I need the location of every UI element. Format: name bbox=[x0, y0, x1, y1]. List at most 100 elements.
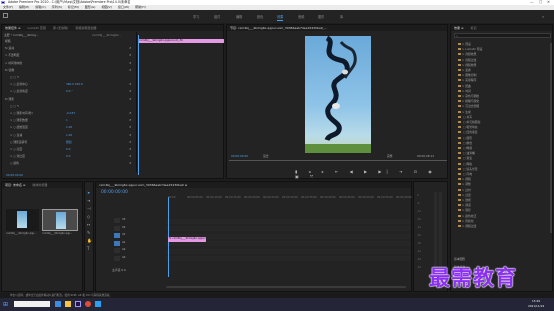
effect-param-label[interactable]: ○ 残影运算符 bbox=[10, 140, 27, 144]
effect-param-label[interactable]: > ○ 反射角度 bbox=[10, 89, 28, 93]
effects-search-input[interactable]: ⌕ bbox=[454, 33, 551, 38]
effect-param-label[interactable]: fx 残影 bbox=[5, 97, 14, 101]
program-timecode[interactable]: 00:00:00:00 bbox=[231, 154, 248, 158]
effects-tree-item[interactable]: □ 镜头光晕 bbox=[458, 167, 478, 171]
browser-icon[interactable] bbox=[85, 301, 91, 307]
video-frame[interactable] bbox=[305, 36, 371, 153]
effects-tree-item[interactable]: > 图像控制 bbox=[458, 73, 476, 77]
track-target-toggle[interactable] bbox=[114, 233, 120, 238]
lower-essential-graphics[interactable]: 基本图形 bbox=[454, 257, 465, 261]
track-lane[interactable] bbox=[166, 226, 411, 231]
effect-param-label[interactable]: > ○ 衰减 bbox=[10, 133, 22, 137]
workspace-graphics[interactable]: 图形 bbox=[318, 14, 324, 19]
track-label[interactable]: A2 bbox=[122, 248, 125, 252]
effect-param-label[interactable]: > ○ 起始强度 bbox=[10, 125, 28, 129]
effects-tree-item[interactable]: > 音频过渡 bbox=[458, 58, 476, 62]
track-target-toggle[interactable] bbox=[114, 240, 120, 246]
effects-tree-item[interactable]: □ 四色渐变 bbox=[458, 130, 478, 134]
effects-tree-item[interactable]: > 模糊与锐化 bbox=[458, 99, 479, 103]
effects-tree-item[interactable]: □ 网格 bbox=[458, 162, 472, 166]
reset-icon[interactable]: ↺ bbox=[129, 154, 131, 158]
effects-tree-item[interactable]: □ 吸管填充 bbox=[458, 125, 478, 129]
track-select-tool-icon[interactable]: ⇥ bbox=[87, 197, 90, 205]
effect-param-label[interactable]: > 时间重映射 bbox=[5, 61, 22, 65]
tab-source[interactable]: 源:(无剪辑) bbox=[53, 26, 68, 30]
effects-tree-item[interactable]: > 颜色校正 bbox=[458, 214, 476, 218]
effects-tree-item[interactable]: □ 圆形 bbox=[458, 136, 472, 140]
effects-tree-item[interactable]: > 过渡 bbox=[458, 193, 471, 197]
effect-param-value[interactable]: -0.033 bbox=[66, 111, 75, 115]
effects-tree-item[interactable]: > 预设 bbox=[458, 42, 471, 46]
effect-param-label[interactable]: ○ ▢ ✎ bbox=[10, 75, 19, 79]
effect-param-value[interactable]: 360.0 540.0 bbox=[66, 82, 83, 86]
clip-line[interactable]: cxm4bj___9kmig6x... bbox=[92, 33, 121, 37]
effect-param-value[interactable]: 0.0 bbox=[66, 154, 70, 158]
premiere-taskbar-icon[interactable] bbox=[75, 301, 81, 307]
effect-param-label[interactable]: > 不透明度 bbox=[5, 53, 19, 57]
quality-dropdown[interactable]: 完整 bbox=[387, 154, 393, 158]
file-explorer-icon[interactable] bbox=[65, 301, 71, 307]
effect-param-value[interactable]: 1 bbox=[66, 118, 68, 122]
menu-clip[interactable]: 剪辑(C) bbox=[35, 5, 45, 9]
workspace-learn[interactable]: 学习 bbox=[193, 14, 199, 19]
transport-controls[interactable]: ▮ ◂ ▸ ⇤ ◀ ▶ ▶| ⇥ ⊡ ◉ ▣ ⤧ bbox=[295, 169, 447, 179]
track-label[interactable]: A3 bbox=[122, 256, 125, 260]
effects-tree-item[interactable]: > 键控 bbox=[458, 208, 471, 212]
effect-param-value[interactable]: 1.00 bbox=[66, 125, 72, 129]
effects-tree-item[interactable]: > 透视 bbox=[458, 198, 471, 202]
track-label[interactable]: V3 bbox=[122, 218, 125, 222]
effect-param-label[interactable]: fx 运动 bbox=[5, 46, 14, 50]
effect-param-label[interactable]: > ○ 残影时间(秒) bbox=[10, 111, 33, 115]
master-track[interactable]: 主声道 0.0 bbox=[112, 268, 126, 272]
home-icon[interactable] bbox=[3, 13, 8, 18]
track-label[interactable]: V1 bbox=[122, 233, 125, 237]
effects-tree-item[interactable]: □ 渐变 bbox=[458, 156, 472, 160]
tab-media-browser[interactable]: 媒体浏览器 bbox=[32, 183, 47, 187]
effect-param-label[interactable]: > ○ 反射中心 bbox=[10, 82, 28, 86]
track-lane[interactable] bbox=[166, 218, 411, 224]
effect-param-label[interactable]: ○ 颜色 bbox=[10, 161, 19, 165]
effects-tree-item[interactable]: > 调整 bbox=[458, 182, 471, 186]
track-label[interactable]: V2 bbox=[122, 226, 125, 230]
effects-tree-item[interactable]: > 扭曲 bbox=[458, 84, 471, 88]
timeline-scrollbar[interactable] bbox=[166, 286, 406, 288]
workspace-effects[interactable]: 效果 bbox=[277, 14, 284, 21]
source-line[interactable]: 主要 * cxm4bj___9kmig... bbox=[4, 33, 39, 37]
slip-tool-icon[interactable]: ↔ bbox=[87, 221, 90, 229]
effects-tree-item[interactable]: > 时间 bbox=[458, 89, 471, 93]
search-icon[interactable]: ⌕ bbox=[542, 14, 544, 19]
effect-param-label[interactable]: fx 镜像 bbox=[5, 68, 14, 72]
effects-tree-item[interactable]: > 杂色与颗粒 bbox=[458, 94, 479, 98]
effect-param-label[interactable]: ○ ▢ ✎ bbox=[10, 104, 19, 108]
tab-effects[interactable]: 效果 ≡ bbox=[454, 26, 463, 30]
clock[interactable]: 15:49 2021/11/19 bbox=[528, 299, 544, 309]
track-target-toggle[interactable] bbox=[114, 225, 120, 231]
reset-icon[interactable]: ↺ bbox=[129, 89, 131, 93]
effects-tree-item[interactable]: > 视频过渡 bbox=[458, 224, 476, 228]
reset-icon[interactable]: ↺ bbox=[129, 118, 131, 122]
reset-icon[interactable]: ↺ bbox=[129, 68, 131, 72]
effect-param-value[interactable]: 0.0 ° bbox=[66, 89, 73, 93]
menu-help[interactable]: 帮助(H) bbox=[135, 5, 146, 9]
tab-markers[interactable]: 标记 bbox=[470, 26, 476, 30]
effects-tree-item[interactable]: □ 油漆桶 bbox=[458, 151, 475, 155]
reset-icon[interactable]: ↺ bbox=[129, 46, 131, 50]
workspace-assembly[interactable]: 组件 bbox=[214, 14, 220, 19]
project-item-1[interactable] bbox=[6, 209, 39, 231]
track-lane[interactable] bbox=[166, 256, 411, 261]
reset-icon[interactable]: ↺ bbox=[129, 133, 131, 137]
reset-icon[interactable]: ↺ bbox=[129, 125, 131, 129]
effect-param-value[interactable]: 1.00 bbox=[66, 133, 72, 137]
ec-playhead[interactable] bbox=[138, 35, 139, 175]
track-target-toggle[interactable] bbox=[114, 248, 120, 253]
reset-icon[interactable]: ↺ bbox=[129, 61, 131, 65]
effects-tree-item[interactable]: > 过时 bbox=[458, 188, 471, 192]
effect-param-label[interactable]: > ○ 亮度 bbox=[10, 147, 22, 151]
menu-file[interactable]: 文件(F) bbox=[3, 5, 13, 9]
effects-tree-item[interactable]: □ 棋盘 bbox=[458, 141, 472, 145]
menu-view[interactable]: 视图(V) bbox=[101, 5, 111, 9]
effects-scrollbar[interactable] bbox=[550, 43, 552, 233]
effects-tree-item[interactable]: > 风格化 bbox=[458, 219, 474, 223]
reset-icon[interactable]: ↺ bbox=[129, 111, 131, 115]
effects-tree-item[interactable]: □ 书写 bbox=[458, 115, 472, 119]
